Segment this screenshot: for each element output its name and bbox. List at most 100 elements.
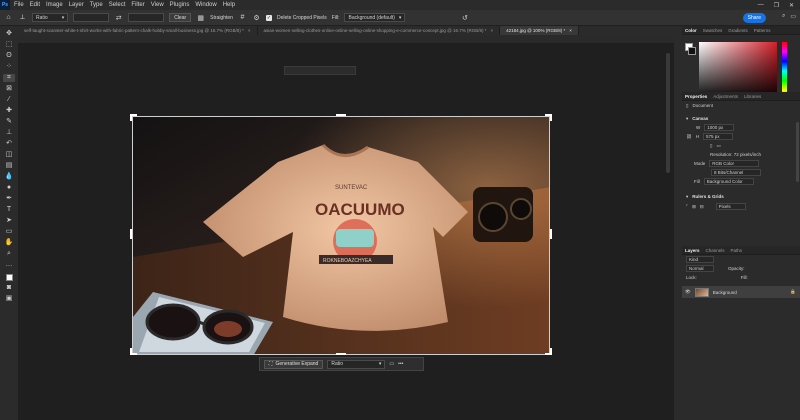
straighten-label[interactable]: Straighten xyxy=(210,15,233,21)
menu-type[interactable]: Type xyxy=(90,2,103,8)
crop-handle-top[interactable] xyxy=(336,114,346,116)
home-icon[interactable]: ⌂ xyxy=(4,13,13,22)
menu-filter[interactable]: Filter xyxy=(131,2,144,8)
aspect-icon[interactable]: ▭ xyxy=(389,361,394,367)
lasso-tool-icon[interactable]: ʘ xyxy=(3,52,15,60)
crop-handle-br-v[interactable] xyxy=(550,348,552,355)
foreground-color-swatch[interactable] xyxy=(5,274,13,281)
eye-icon[interactable]: 👁 xyxy=(685,289,691,295)
screen-mode-icon[interactable]: ▣ xyxy=(3,295,15,303)
rulers-section[interactable]: ▾ Rulers & Grids xyxy=(682,192,800,201)
fill-select[interactable]: Background (default) ▾ xyxy=(344,13,406,22)
crop-handle-bottom[interactable] xyxy=(336,353,346,355)
healing-brush-tool-icon[interactable]: ✚ xyxy=(3,107,15,115)
fill-select[interactable]: Background Color xyxy=(703,178,754,185)
canvas-area[interactable]: SUNTEVAC OACUUMO ROKNEBOAZCHYEA ⛶ Genera… xyxy=(18,43,674,420)
close-icon[interactable]: × xyxy=(569,28,572,33)
maximize-button[interactable]: ❐ xyxy=(774,2,779,9)
width-field[interactable]: 1000 px xyxy=(704,124,735,131)
path-select-tool-icon[interactable]: ➤ xyxy=(3,217,15,225)
more-tools-icon[interactable]: … xyxy=(3,261,15,269)
tab-document-1[interactable]: self-taught-scanster-white-t-shirt-works… xyxy=(18,26,258,35)
eraser-tool-icon[interactable]: ◫ xyxy=(3,151,15,159)
ratio-select[interactable]: Ratio ▾ xyxy=(32,13,69,22)
menu-view[interactable]: View xyxy=(151,2,164,8)
clear-button[interactable]: Clear xyxy=(169,13,192,22)
menu-file[interactable]: File xyxy=(14,2,24,8)
grid-icon[interactable]: ⊞ xyxy=(692,204,696,210)
depth-select[interactable]: 8 Bits/Channel xyxy=(711,169,761,176)
tab-patterns[interactable]: Patterns xyxy=(754,28,771,33)
crop-handle-bl-v[interactable] xyxy=(130,348,132,355)
blur-tool-icon[interactable]: 💧 xyxy=(3,173,15,181)
shape-tool-icon[interactable]: ▭ xyxy=(3,228,15,236)
minimize-button[interactable]: — xyxy=(758,2,764,9)
menu-window[interactable]: Window xyxy=(195,2,216,8)
zoom-tool-icon[interactable]: ⌕ xyxy=(3,250,15,258)
kind-filter[interactable]: Kind xyxy=(686,256,714,263)
crop-handle-left[interactable] xyxy=(130,229,132,239)
frame-tool-icon[interactable]: ⊠ xyxy=(3,85,15,93)
close-icon[interactable]: × xyxy=(490,28,493,33)
more-options-icon[interactable]: ••• xyxy=(398,361,403,367)
crop-tool-icon[interactable]: ⌗ xyxy=(3,74,15,82)
close-button[interactable]: ✕ xyxy=(789,2,794,9)
crop-handle-right[interactable] xyxy=(550,229,552,239)
canvas-section[interactable]: ▾ Canvas xyxy=(682,114,800,123)
guides-icon[interactable]: ⊟ xyxy=(700,204,704,210)
close-icon[interactable]: × xyxy=(248,28,251,33)
swap-icon[interactable]: ⇄ xyxy=(114,13,123,22)
generative-expand-button[interactable]: ⛶ Generative Expand xyxy=(264,359,324,369)
delete-cropped-checkbox[interactable]: ✓ xyxy=(265,14,272,21)
workspace-icon[interactable]: ▭ xyxy=(790,13,796,20)
ratio-width-field[interactable] xyxy=(73,13,110,22)
ratio-dropdown[interactable]: Ratio ▾ xyxy=(327,359,386,369)
menu-help[interactable]: Help xyxy=(223,2,235,8)
type-tool-icon[interactable]: T xyxy=(3,206,15,214)
tab-document-2[interactable]: asian-women-selling-clothes-online-onlin… xyxy=(258,26,501,35)
canvas-scrollbar[interactable] xyxy=(666,53,670,173)
ratio-height-field[interactable] xyxy=(128,13,165,22)
height-field[interactable]: 575 px xyxy=(702,133,733,140)
search-icon[interactable]: ⌕ xyxy=(782,13,785,20)
document-image[interactable]: SUNTEVAC OACUUMO ROKNEBOAZCHYEA xyxy=(132,116,550,355)
menu-select[interactable]: Select xyxy=(109,2,126,8)
tab-properties[interactable]: Properties xyxy=(685,94,707,99)
tab-gradients[interactable]: Gradients xyxy=(728,28,748,33)
menu-image[interactable]: Image xyxy=(46,2,63,8)
eyedropper-tool-icon[interactable]: ⁄ xyxy=(3,96,15,104)
crop-handle-tr-v[interactable] xyxy=(550,114,552,121)
background-swatch[interactable] xyxy=(688,47,696,55)
crop-tool-icon[interactable]: ⟂ xyxy=(18,13,27,22)
crop-handle-tl-v[interactable] xyxy=(130,114,132,121)
mode-select[interactable]: RGB Color xyxy=(709,160,760,167)
link-icon[interactable]: ⛓ xyxy=(686,134,692,140)
history-brush-tool-icon[interactable]: ↶ xyxy=(3,140,15,148)
tab-channels[interactable]: Channels xyxy=(706,248,725,253)
straighten-icon[interactable]: ▦ xyxy=(196,13,205,22)
move-tool-icon[interactable]: ✥ xyxy=(3,30,15,38)
quick-mask-icon[interactable]: ◙ xyxy=(3,284,15,292)
gradient-tool-icon[interactable]: ▤ xyxy=(3,162,15,170)
units-select[interactable]: Pixels xyxy=(715,203,746,210)
tab-swatches[interactable]: Swatches xyxy=(703,28,723,33)
menu-plugins[interactable]: Plugins xyxy=(170,2,190,8)
quick-select-tool-icon[interactable]: ⁘ xyxy=(3,63,15,71)
brush-tool-icon[interactable]: ✎ xyxy=(3,118,15,126)
share-button[interactable]: Share xyxy=(742,13,766,23)
gear-icon[interactable]: ⚙ xyxy=(252,13,261,22)
overlay-grid-icon[interactable]: # xyxy=(238,13,247,22)
reset-icon[interactable]: ↺ xyxy=(460,13,469,22)
tab-document-3[interactable]: 42184.jpg @ 100% (RGB/8) * × xyxy=(500,26,579,35)
tab-adjustments[interactable]: Adjustments xyxy=(713,94,738,99)
landscape-icon[interactable]: ▭ xyxy=(716,143,720,149)
dodge-tool-icon[interactable]: ● xyxy=(3,184,15,192)
tab-layers[interactable]: Layers xyxy=(685,248,700,253)
menu-layer[interactable]: Layer xyxy=(69,2,84,8)
marquee-tool-icon[interactable]: ⬚ xyxy=(3,41,15,49)
menu-edit[interactable]: Edit xyxy=(30,2,40,8)
layer-background[interactable]: 👁 Background 🔒 xyxy=(682,286,800,298)
tab-color[interactable]: Color xyxy=(685,28,697,33)
clone-stamp-tool-icon[interactable]: ⊥ xyxy=(3,129,15,137)
tab-paths[interactable]: Paths xyxy=(731,248,743,253)
